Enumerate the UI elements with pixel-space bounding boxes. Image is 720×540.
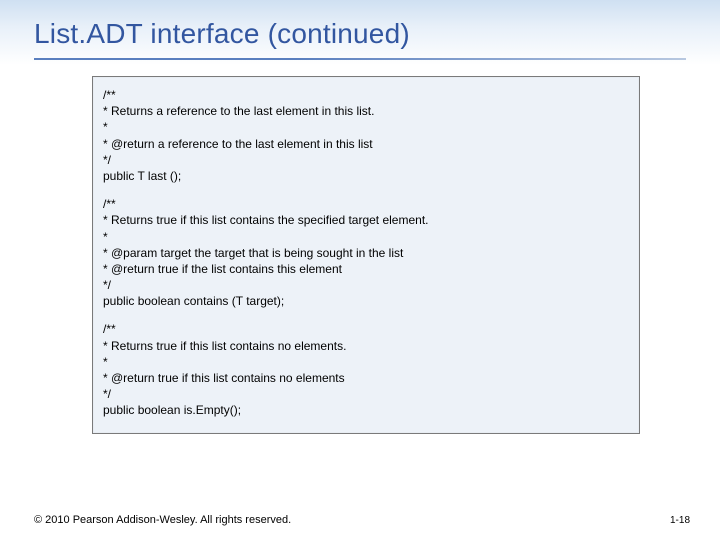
code-line: */ <box>103 152 627 168</box>
code-line: public boolean is.Empty(); <box>103 402 627 418</box>
page-number: 1-18 <box>670 515 690 526</box>
code-line: */ <box>103 277 627 293</box>
code-block-2: /** * Returns true if this list contains… <box>103 196 627 309</box>
code-line: * @param target the target that is being… <box>103 245 627 261</box>
code-line: * Returns true if this list contains the… <box>103 212 627 228</box>
code-line: */ <box>103 386 627 402</box>
code-line: * @return a reference to the last elemen… <box>103 136 627 152</box>
slide: List.ADT interface (continued) /** * Ret… <box>0 0 720 540</box>
code-line: * @return true if the list contains this… <box>103 261 627 277</box>
code-block-1: /** * Returns a reference to the last el… <box>103 87 627 184</box>
code-line: /** <box>103 321 627 337</box>
code-line: public T last (); <box>103 168 627 184</box>
code-line: /** <box>103 87 627 103</box>
page-title: List.ADT interface (continued) <box>0 0 720 56</box>
code-box: /** * Returns a reference to the last el… <box>92 76 640 434</box>
footer-copyright: © 2010 Pearson Addison-Wesley. All right… <box>34 514 291 526</box>
code-block-3: /** * Returns true if this list contains… <box>103 321 627 418</box>
code-line: * Returns a reference to the last elemen… <box>103 103 627 119</box>
code-line: /** <box>103 196 627 212</box>
code-line: * <box>103 229 627 245</box>
code-line: * @return true if this list contains no … <box>103 370 627 386</box>
code-line: * <box>103 354 627 370</box>
code-line: * Returns true if this list contains no … <box>103 338 627 354</box>
title-rule <box>34 58 686 60</box>
code-line: * <box>103 119 627 135</box>
code-line: public boolean contains (T target); <box>103 293 627 309</box>
